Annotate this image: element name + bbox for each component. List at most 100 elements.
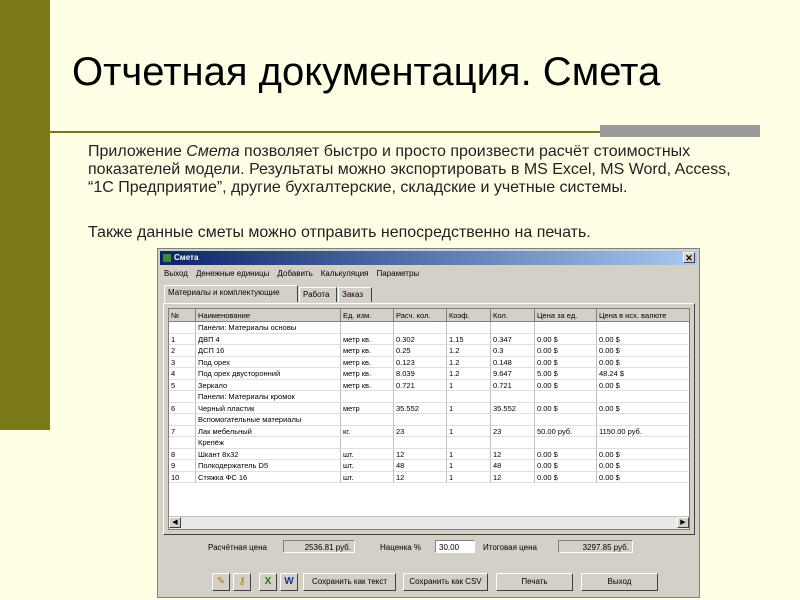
horizontal-scrollbar[interactable]: ◀ ▶ — [169, 516, 689, 529]
table-cell: 0.00 $ — [535, 448, 597, 460]
save-as-csv-button[interactable]: Сохранить как CSV — [403, 573, 488, 591]
scroll-left-icon[interactable]: ◀ — [169, 517, 181, 528]
table-cell: 0.25 — [394, 345, 447, 357]
table-cell: 5 — [169, 379, 196, 391]
table-cell — [169, 437, 196, 449]
table-cell: Черный пластик — [196, 402, 341, 414]
table-cell — [535, 391, 597, 403]
table-cell — [341, 437, 394, 449]
column-header[interactable]: Коэф. — [447, 309, 491, 322]
table-cell: Под орех — [196, 356, 341, 368]
table-row[interactable]: 10 Стяжка ФС 16 шт. 12 1 12 0.00 $0.00 $ — [169, 471, 689, 483]
table-cell — [394, 391, 447, 403]
table-cell: 12 — [491, 448, 535, 460]
table-cell: Зеркало — [196, 379, 341, 391]
table-cell: 0.00 $ — [597, 449, 689, 460]
print-button[interactable]: Печать — [496, 573, 573, 591]
table-row[interactable]: 7 Лак мебельный кг. 23 1 23 50.00 руб. 1150.00 … — [169, 425, 689, 437]
table-cell: 8.039 — [394, 368, 447, 380]
table-cell: 0.347 — [491, 333, 535, 345]
word-icon[interactable]: W — [280, 573, 298, 591]
menu-add[interactable]: Добавить — [273, 267, 316, 280]
table-row[interactable]: 8 Шкант 8x32 шт. 12 1 12 0.00 $0.00 $ — [169, 448, 689, 460]
calc-price-label: Расчётная цена — [208, 543, 267, 552]
table-cell — [447, 414, 491, 426]
table-cell: Полкодержатель D5 — [196, 460, 341, 472]
menu-exit[interactable]: Выход — [160, 267, 192, 280]
table-cell: 50.00 руб. — [535, 425, 597, 437]
column-header[interactable]: Расч. кол. — [394, 309, 447, 322]
window-titlebar[interactable]: Смета ✕ — [160, 251, 697, 265]
table-cell — [169, 322, 196, 334]
table-cell: 7 — [169, 425, 196, 437]
table-cell — [535, 322, 597, 334]
table-cell: 1 — [447, 379, 491, 391]
table-cell: 1150.00 руб. — [597, 426, 689, 437]
table-row[interactable]: 2 ДСП 16 метр кв. 0.25 1.2 0.3 0.00 $0.00 $ — [169, 345, 689, 357]
table-cell: метр кв. — [341, 356, 394, 368]
table-cell: 1.2 — [447, 368, 491, 380]
table-cell — [341, 322, 394, 334]
column-header[interactable]: Наименование — [196, 309, 341, 322]
tab-order[interactable]: Заказ — [338, 287, 372, 302]
table-cell: 0.00 $ — [535, 402, 597, 414]
table-row[interactable]: Крепёж — [169, 437, 689, 449]
left-accent-bar — [0, 0, 50, 430]
table-cell: метр кв. — [341, 333, 394, 345]
table-row[interactable]: 3 Под орех метр кв. 0.123 1.2 0.148 0.00 $0.00… — [169, 356, 689, 368]
table-cell: 0.00 $ — [597, 334, 689, 345]
materials-table: № Наименование Ед. изм. Расч. кол. Коэф. Кол.… — [168, 308, 690, 530]
table-row[interactable]: 1 ДВП 4 метр кв. 0.302 1.15 0.347 0.00 $0.00 $ — [169, 333, 689, 345]
column-header[interactable]: № — [169, 309, 196, 322]
table-cell — [597, 322, 689, 334]
table-cell: ДСП 16 — [196, 345, 341, 357]
tab-work[interactable]: Работа — [299, 287, 337, 302]
markup-input[interactable]: 30.00 — [435, 540, 475, 553]
table-cell: 4 — [169, 368, 196, 380]
table-row[interactable]: Панели: Материалы кромок — [169, 391, 689, 403]
column-header[interactable]: Ед. изм. — [341, 309, 394, 322]
save-as-text-button[interactable]: Сохранить как текст — [303, 573, 396, 591]
table-row[interactable]: 5 Зеркало метр кв. 0.721 1 0.721 0.00 $0.00 $ — [169, 379, 689, 391]
materials-panel: № Наименование Ед. изм. Расч. кол. Коэф. Кол.… — [163, 303, 695, 535]
table-row[interactable]: 6 Черный пластик метр 35.552 1 35.552 0.00 $0.… — [169, 402, 689, 414]
table-row[interactable]: 4 Под орех двусторонний метр кв. 8.039 1.2 9.… — [169, 368, 689, 380]
key-icon[interactable]: ⚷ — [233, 573, 251, 591]
menu-currency[interactable]: Денежные единицы — [192, 267, 273, 280]
excel-icon[interactable]: X — [259, 573, 277, 591]
table-cell: 0.00 $ — [535, 471, 597, 483]
table-cell — [597, 437, 689, 449]
column-header[interactable]: Кол. — [491, 309, 535, 322]
pencil-icon[interactable]: ✎ — [212, 573, 230, 591]
description-text-a: Приложение — [88, 143, 187, 160]
table-cell: 35.552 — [491, 402, 535, 414]
table-cell: 1.15 — [447, 333, 491, 345]
table-cell — [394, 414, 447, 426]
table-row[interactable]: Панели: Материалы основы — [169, 322, 689, 334]
table-cell: 0.00 $ — [535, 356, 597, 368]
close-icon[interactable]: ✕ — [683, 252, 695, 263]
table-cell: 1 — [447, 471, 491, 483]
table-cell — [491, 391, 535, 403]
column-header[interactable]: Цена в исх. валюте — [597, 309, 689, 322]
table-cell: Шкант 8x32 — [196, 448, 341, 460]
table-row[interactable]: Вспомогательные материалы — [169, 414, 689, 426]
table-cell: 10 — [169, 471, 196, 483]
table-cell: 12 — [394, 448, 447, 460]
tab-materials[interactable]: Материалы и комплектующие — [164, 285, 298, 302]
table-cell — [341, 391, 394, 403]
table-cell: Вспомогательные материалы — [196, 414, 341, 426]
table-cell: 12 — [394, 471, 447, 483]
table-cell: 6 — [169, 402, 196, 414]
menu-parameters[interactable]: Параметры — [373, 267, 424, 280]
table-cell: ДВП 4 — [196, 333, 341, 345]
table-cell: метр кв. — [341, 379, 394, 391]
scroll-right-icon[interactable]: ▶ — [677, 517, 689, 528]
table-cell: 0.3 — [491, 345, 535, 357]
table-cell: Стяжка ФС 16 — [196, 471, 341, 483]
table-cell: 1 — [447, 448, 491, 460]
table-row[interactable]: 9 Полкодержатель D5 шт. 48 1 48 0.00 $0.00 $ — [169, 460, 689, 472]
exit-button[interactable]: Выход — [581, 573, 658, 591]
column-header[interactable]: Цена за ед. — [535, 309, 597, 322]
menu-calculation[interactable]: Калькуляция — [317, 267, 373, 280]
